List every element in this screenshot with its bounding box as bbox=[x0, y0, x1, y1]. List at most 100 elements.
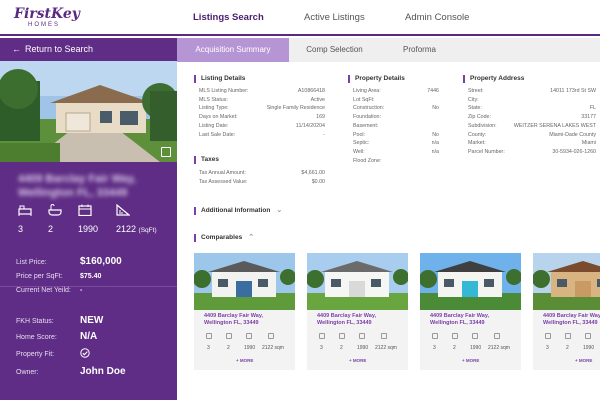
price-sqft-value: $75.40 bbox=[80, 273, 102, 280]
comparable-photo bbox=[194, 253, 295, 310]
additional-information-title: Additional Information bbox=[201, 207, 271, 214]
comparable-baths: 2 bbox=[227, 345, 230, 351]
detail-value: 33177 bbox=[581, 114, 596, 121]
detail-label: Foundation: bbox=[353, 114, 381, 121]
comparable-year: 1990 bbox=[470, 345, 482, 351]
sqft-unit: (SqFt) bbox=[138, 227, 157, 234]
comparable-photo bbox=[307, 253, 408, 310]
detail-value: Miami-Dade County bbox=[549, 131, 596, 138]
detail-value: A10866418 bbox=[297, 88, 325, 94]
detail-value: n/a bbox=[431, 140, 439, 147]
comparable-sqft: 2122 sqm bbox=[262, 345, 284, 351]
detail-label: County: bbox=[468, 131, 487, 138]
comparable-card[interactable]: 4409 Barclay Fair Way, Wellington FL, 334… bbox=[533, 253, 600, 370]
return-to-search-label: Return to Search bbox=[25, 44, 94, 54]
nav-tab-active-listings[interactable]: Active Listings bbox=[304, 12, 365, 26]
bath-icon bbox=[222, 333, 236, 339]
detail-label: Tax Assessed Value: bbox=[199, 178, 248, 185]
detail-value: $4,661.00 bbox=[301, 170, 325, 176]
comparable-address-line-2: Wellington FL, 33449 bbox=[430, 320, 485, 326]
calendar-icon bbox=[468, 333, 482, 339]
price-sqft-label: Price per SqFt: bbox=[16, 273, 63, 280]
detail-label: Days on Market: bbox=[199, 114, 238, 121]
comparable-more-link[interactable]: + MORE bbox=[462, 358, 479, 363]
tab-comp-selection[interactable]: Comp Selection bbox=[292, 38, 377, 62]
comparable-address-line-1: 4409 Barclay Fair Way, bbox=[430, 313, 490, 319]
listing-details-title: Listing Details bbox=[194, 75, 245, 83]
chevron-down-icon: ⌄ bbox=[276, 207, 283, 214]
comparable-address[interactable]: 4409 Barclay Fair Way, Wellington FL, 334… bbox=[317, 313, 376, 327]
comparable-more-link[interactable]: + MORE bbox=[349, 358, 366, 363]
firstkey-logo[interactable]: FirstKey HOMES bbox=[14, 7, 80, 31]
arrow-left-icon: ← bbox=[12, 44, 21, 54]
detail-label: Tax Annual Amount: bbox=[199, 170, 246, 176]
comparable-baths: 2 bbox=[340, 345, 343, 351]
comparable-card[interactable]: 4409 Barclay Fair Way, Wellington FL, 334… bbox=[307, 253, 408, 370]
detail-value: 14011 173rd St SW bbox=[550, 88, 596, 94]
property-details-title: Property Details bbox=[348, 75, 405, 83]
nav-tab-listings-search[interactable]: Listings Search bbox=[193, 12, 264, 26]
bed-icon bbox=[315, 333, 329, 339]
fkh-status-label: FKH Status: bbox=[16, 318, 54, 325]
comparables-toggle[interactable]: Comparables ⌃ bbox=[194, 234, 254, 242]
comparable-address[interactable]: 4409 Barclay Fair Way, Wellington FL, 334… bbox=[430, 313, 489, 327]
tab-proforma[interactable]: Proforma bbox=[382, 38, 457, 62]
detail-label: Listing Type: bbox=[199, 105, 229, 112]
calendar-icon bbox=[581, 333, 595, 339]
comparable-photo bbox=[533, 253, 600, 310]
bed-icon bbox=[202, 333, 216, 339]
return-to-search-link[interactable]: ← Return to Search bbox=[12, 44, 93, 54]
stat-sqft: 2122 (SqFt) bbox=[116, 204, 157, 234]
property-address: 4409 Barclay Fair Way, Wellington FL, 33… bbox=[18, 172, 168, 200]
address-line-1: 4409 Barclay Fair Way, bbox=[18, 173, 137, 185]
detail-value: No bbox=[432, 105, 439, 112]
stat-year: 1990 bbox=[78, 204, 118, 234]
comparable-card[interactable]: 4409 Barclay Fair Way, Wellington FL, 334… bbox=[194, 253, 295, 370]
home-score-label: Home Score: bbox=[16, 334, 57, 341]
owner-label: Owner: bbox=[16, 369, 39, 376]
comparable-address-line-1: 4409 Barclay Fair Way, bbox=[543, 313, 600, 319]
detail-value: No bbox=[432, 131, 439, 138]
area-ruler-icon bbox=[116, 204, 130, 216]
area-ruler-icon bbox=[490, 333, 504, 339]
logo-sub: HOMES bbox=[28, 22, 61, 28]
calendar-icon bbox=[355, 333, 369, 339]
calendar-icon bbox=[242, 333, 256, 339]
bath-icon bbox=[448, 333, 462, 339]
nav-tab-admin-console[interactable]: Admin Console bbox=[405, 12, 469, 26]
area-ruler-icon bbox=[377, 333, 391, 339]
detail-value: n/a bbox=[431, 148, 439, 155]
comparable-address[interactable]: 4409 Barclay Fair Way, Wellington FL, 334… bbox=[543, 313, 600, 327]
comparable-address-line-1: 4409 Barclay Fair Way, bbox=[204, 313, 264, 319]
expand-photo-icon[interactable] bbox=[161, 147, 171, 157]
detail-label: Market: bbox=[468, 140, 486, 147]
comparable-address-line-2: Wellington FL, 33449 bbox=[317, 320, 372, 326]
comparable-beds: 3 bbox=[546, 345, 549, 351]
detail-value: WEITZER SERENA LAKES WEST bbox=[513, 122, 596, 129]
detail-value: 11/14/20204 bbox=[295, 122, 325, 129]
acquisition-summary-panel: Listing Details MLS Listing Number: A1086… bbox=[177, 62, 600, 400]
detail-value: 169 bbox=[316, 114, 325, 121]
detail-label: Last Sale Date: bbox=[199, 131, 236, 138]
additional-information-toggle[interactable]: Additional Information ⌄ bbox=[194, 207, 282, 215]
comparable-photo bbox=[420, 253, 521, 310]
comparable-baths: 2 bbox=[566, 345, 569, 351]
home-score-value: N/A bbox=[80, 331, 98, 342]
taxes-title: Taxes bbox=[194, 156, 219, 164]
comparable-address[interactable]: 4409 Barclay Fair Way, Wellington FL, 334… bbox=[204, 313, 263, 327]
detail-label: Septic: bbox=[353, 140, 370, 147]
property-photo[interactable] bbox=[0, 61, 177, 162]
comparable-more-link[interactable]: + MORE bbox=[236, 358, 253, 363]
comparable-year: 1990 bbox=[583, 345, 595, 351]
comparable-beds: 3 bbox=[207, 345, 210, 351]
detail-label: Basement: bbox=[353, 122, 379, 129]
tab-acquisition-summary[interactable]: Acquisition Summary bbox=[177, 38, 289, 62]
detail-label: Living Area: bbox=[353, 88, 381, 94]
summary-tabs: Acquisition Summary Comp Selection Profo… bbox=[177, 38, 600, 62]
comparable-address-line-2: Wellington FL, 33449 bbox=[204, 320, 259, 326]
detail-value: FL bbox=[589, 105, 596, 112]
comparable-card[interactable]: 4409 Barclay Fair Way, Wellington FL, 334… bbox=[420, 253, 521, 370]
address-line-2: Wellington FL, 33449 bbox=[18, 187, 128, 199]
detail-value: 30-5934-026-1260 bbox=[552, 148, 596, 155]
comparable-more-link[interactable]: + MORE bbox=[575, 358, 592, 363]
